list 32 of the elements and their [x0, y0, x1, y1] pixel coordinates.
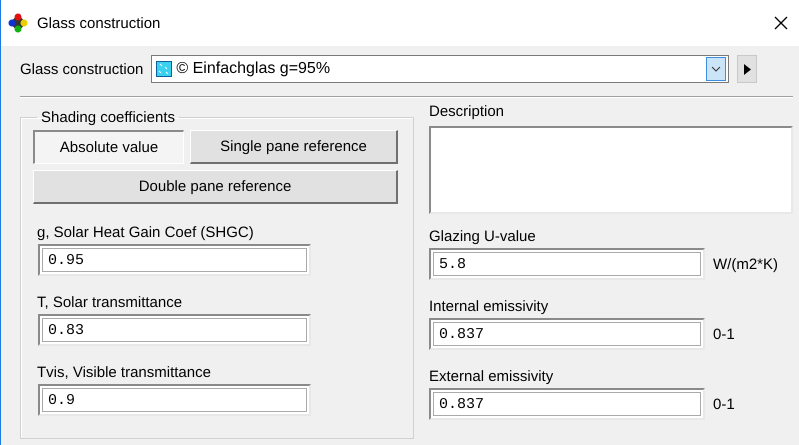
- app-icon: [7, 12, 29, 34]
- input-field[interactable]: 0.9: [38, 384, 311, 416]
- field-label: T, Solar transmittance: [37, 294, 184, 311]
- input-field[interactable]: 0.95: [38, 244, 311, 276]
- field-label: Glazing U-value: [429, 228, 537, 245]
- mode-button[interactable]: Single pane reference: [190, 130, 398, 164]
- window-title: Glass construction: [37, 14, 162, 32]
- chevron-down-icon: [711, 66, 722, 72]
- close-icon: [774, 16, 788, 30]
- mode-button[interactable]: Absolute value: [33, 130, 184, 164]
- unit-label: 0-1: [713, 326, 735, 342]
- unit-label: W/(m2*K): [713, 256, 778, 272]
- next-button[interactable]: [737, 55, 758, 83]
- unit-label: 0-1: [713, 396, 735, 412]
- input-field[interactable]: 0.83: [38, 314, 311, 346]
- input-field[interactable]: 0.837: [429, 318, 705, 350]
- input-field[interactable]: 5.8: [429, 248, 705, 280]
- construction-dropdown[interactable]: © Einfachglas g=95%: [151, 55, 730, 83]
- dropdown-value: © Einfachglas g=95%: [176, 60, 332, 78]
- field-label: Description: [429, 103, 506, 120]
- group-title: Shading coefficients: [40, 109, 176, 126]
- field-label: External emissivity: [429, 368, 554, 385]
- description-field[interactable]: [429, 126, 793, 214]
- play-icon: [744, 64, 751, 74]
- mode-button[interactable]: Double pane reference: [33, 170, 398, 204]
- field-label: Internal emissivity: [429, 298, 550, 315]
- field-label: Glass construction: [20, 60, 144, 78]
- dropdown-button[interactable]: [706, 57, 726, 81]
- field-label: Tvis, Visible transmittance: [37, 364, 212, 381]
- field-label: g, Solar Heat Gain Coef (SHGC): [37, 224, 255, 241]
- glass-icon: [156, 61, 172, 77]
- input-field[interactable]: 0.837: [429, 388, 705, 420]
